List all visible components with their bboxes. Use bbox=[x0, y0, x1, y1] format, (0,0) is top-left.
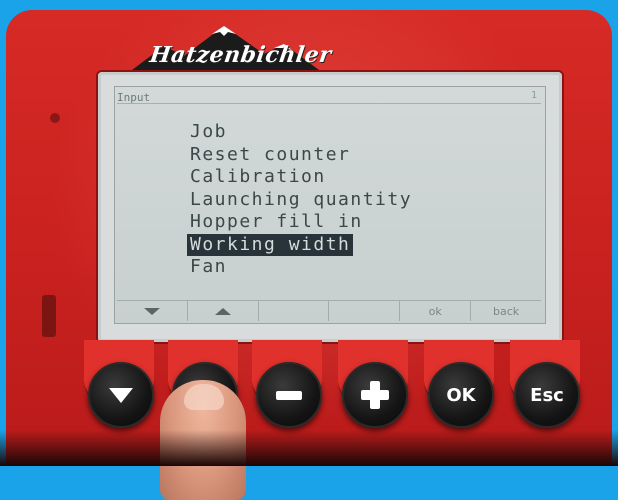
brand-logo: Hatzenbichler bbox=[124, 20, 334, 74]
fingernail bbox=[184, 384, 224, 410]
plus-icon bbox=[361, 381, 389, 409]
softkey-4[interactable] bbox=[329, 301, 401, 321]
down-button[interactable] bbox=[88, 362, 154, 428]
menu-item-selected[interactable]: Working width bbox=[187, 233, 354, 256]
brand-logo-text: Hatzenbichler bbox=[148, 42, 334, 68]
ok-button-label: OK bbox=[446, 384, 476, 406]
side-slot bbox=[42, 295, 56, 337]
lcd-display: Input 1 Job Reset counter Calibration Launc… bbox=[114, 86, 546, 324]
screen-bezel: Input 1 Job Reset counter Calibration Launc… bbox=[98, 72, 562, 342]
screen-corner-indicator: 1 bbox=[530, 90, 537, 101]
menu-item[interactable]: Job bbox=[187, 121, 415, 144]
ok-button[interactable]: OK bbox=[428, 362, 494, 428]
softkey-label: ok bbox=[428, 304, 442, 318]
softkey-1[interactable] bbox=[117, 301, 188, 321]
softkey-2[interactable] bbox=[188, 301, 259, 321]
softkey-label: back bbox=[492, 304, 520, 318]
indicator-dot bbox=[50, 113, 60, 123]
esc-button[interactable]: Esc bbox=[514, 362, 580, 428]
up-triangle-icon bbox=[214, 307, 231, 315]
softkey-bar: ok back bbox=[117, 300, 541, 321]
esc-button-label: Esc bbox=[530, 384, 564, 406]
minus-button[interactable] bbox=[256, 362, 322, 428]
menu-item[interactable]: Hopper fill in bbox=[187, 211, 415, 234]
screen-title: Input bbox=[117, 91, 541, 104]
softkey-5[interactable]: ok bbox=[400, 301, 472, 321]
minus-icon bbox=[276, 390, 302, 400]
menu-item[interactable]: Calibration bbox=[187, 166, 415, 189]
menu-item[interactable]: Reset counter bbox=[187, 144, 415, 167]
softkey-3[interactable] bbox=[259, 301, 330, 321]
bottom-shadow bbox=[0, 430, 618, 466]
menu-list: Job Reset counter Calibration Launching qua… bbox=[187, 121, 415, 279]
down-triangle-icon bbox=[143, 307, 160, 315]
controller-device: Hatzenbichler Input 1 Job Reset counter Ca… bbox=[6, 10, 612, 466]
menu-item[interactable]: Launching quantity bbox=[187, 189, 415, 212]
softkey-6[interactable]: back bbox=[471, 301, 541, 321]
down-arrow-icon bbox=[109, 387, 133, 403]
plus-button[interactable] bbox=[342, 362, 408, 428]
menu-item[interactable]: Fan bbox=[187, 256, 415, 279]
